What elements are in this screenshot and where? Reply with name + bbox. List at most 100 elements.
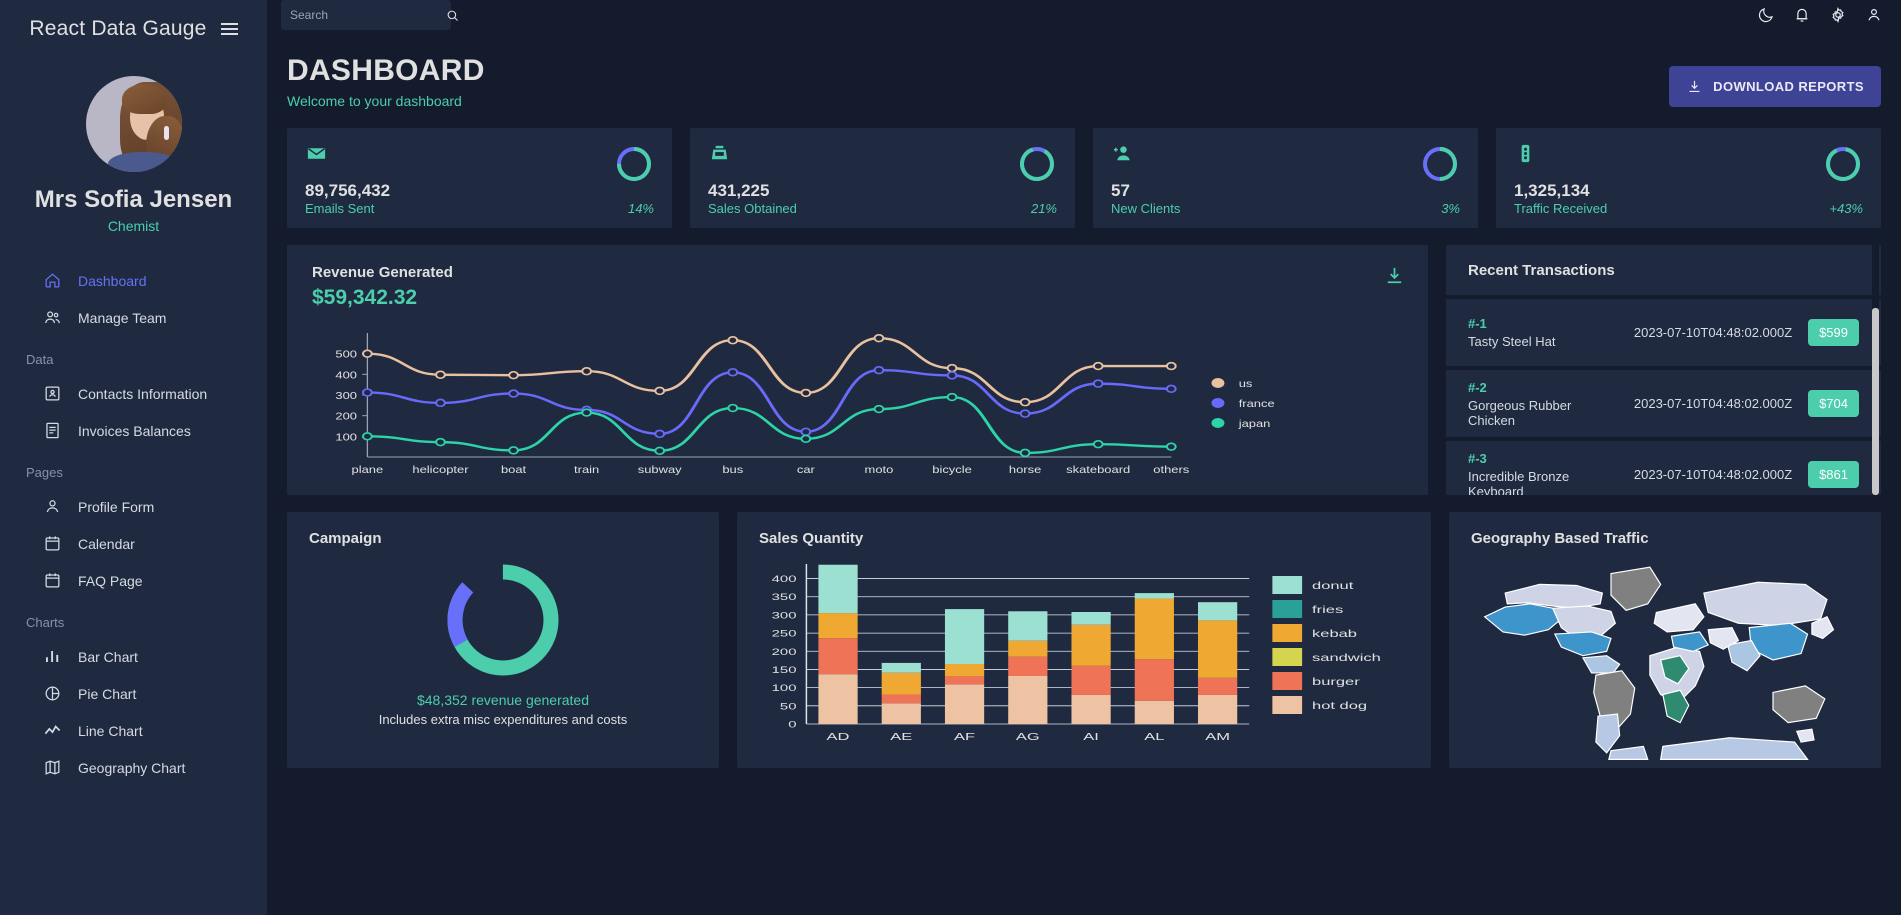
revenue-line-chart: 100 200 300 400 500 plane helicopter boat train s… — [287, 323, 1428, 491]
stat-card-traffic-received: 1,325,134 Traffic Received +43% — [1496, 128, 1881, 228]
moon-icon[interactable] — [1757, 6, 1775, 24]
brand-title: React Data Gauge — [29, 17, 207, 40]
svg-text:AG: AG — [1016, 731, 1040, 742]
bottom-row: Campaign $48,352 revenue generated Inclu… — [287, 512, 1881, 768]
search-box[interactable] — [281, 0, 458, 30]
sidebar-item-bar-chart[interactable]: Bar Chart — [16, 638, 267, 675]
brand-row: React Data Gauge — [0, 10, 267, 48]
svg-text:plane: plane — [352, 465, 384, 475]
svg-text:250: 250 — [772, 629, 797, 639]
sidebar-item-invoices-balances[interactable]: Invoices Balances — [16, 412, 267, 449]
sidebar-item-dashboard[interactable]: Dashboard — [16, 262, 267, 299]
sidebar-item-profile-form[interactable]: Profile Form — [16, 488, 267, 525]
table-row[interactable]: #-3 Incredible Bronze Keyboard 2023-07-1… — [1446, 441, 1881, 495]
svg-text:car: car — [797, 465, 815, 475]
gear-icon[interactable] — [1829, 6, 1847, 24]
svg-text:0: 0 — [788, 719, 796, 729]
recent-transactions-card: Recent Transactions #-1 Tasty Steel Hat … — [1446, 245, 1881, 495]
geography-title: Geography Based Traffic — [1471, 530, 1649, 547]
stat-cards-row: 89,756,432 Emails Sent 14% 431,225 Sales… — [287, 128, 1881, 228]
email-icon — [305, 142, 390, 170]
svg-text:moto: moto — [865, 465, 894, 475]
geography-map — [1449, 552, 1881, 768]
stat-increase: 21% — [1030, 201, 1057, 216]
sidebar-item-label: FAQ Page — [78, 572, 143, 589]
svg-text:50: 50 — [780, 701, 797, 711]
svg-text:others: others — [1153, 465, 1189, 475]
donut-svg — [447, 564, 559, 676]
sidebar-section-charts: Charts — [26, 615, 65, 630]
stat-label: Sales Obtained — [708, 201, 797, 216]
sidebar: React Data Gauge Mrs Sofia Jensen Chemis… — [0, 0, 267, 915]
download-icon — [1689, 80, 1700, 93]
svg-text:fries: fries — [1312, 604, 1343, 615]
stat-card-new-clients: 57 New Clients 3% — [1093, 128, 1478, 228]
calendar-icon — [43, 534, 62, 553]
svg-text:burger: burger — [1312, 676, 1360, 687]
sidebar-item-label: Profile Form — [78, 498, 155, 515]
transactions-title: Recent Transactions — [1468, 261, 1615, 279]
sidebar-item-line-chart[interactable]: Line Chart — [16, 712, 267, 749]
map-icon — [43, 758, 62, 777]
transaction-cost: $599 — [1808, 319, 1859, 346]
sidebar-item-label: Calendar — [78, 535, 135, 552]
sidebar-item-label: Contacts Information — [78, 385, 208, 402]
stat-label: New Clients — [1111, 201, 1181, 216]
revenue-amount: $59,342.32 — [312, 286, 418, 309]
traffic-icon — [1514, 142, 1607, 170]
progress-ring — [1020, 147, 1054, 182]
campaign-card: Campaign $48,352 revenue generated Inclu… — [287, 512, 719, 768]
sidebar-item-geography-chart[interactable]: Geography Chart — [16, 749, 267, 786]
table-row[interactable]: #-1 Tasty Steel Hat 2023-07-10T04:48:02.… — [1446, 299, 1881, 370]
page-subtitle: Welcome to your dashboard — [287, 93, 462, 109]
download-reports-button[interactable]: DOWNLOAD REPORTS — [1669, 66, 1881, 107]
svg-text:donut: donut — [1312, 580, 1354, 591]
page-title: DASHBOARD — [287, 54, 485, 87]
svg-text:japan: japan — [1238, 419, 1271, 429]
stat-label: Traffic Received — [1514, 201, 1608, 216]
sidebar-item-calendar[interactable]: Calendar — [16, 525, 267, 562]
download-icon[interactable] — [1383, 264, 1406, 310]
stat-increase: 14% — [627, 201, 654, 216]
home-icon — [43, 271, 62, 290]
mid-row: Revenue Generated $59,342.32 100 200 300 40… — [287, 245, 1881, 495]
svg-text:500: 500 — [335, 350, 357, 360]
campaign-subtext: Includes extra misc expenditures and cos… — [378, 712, 628, 727]
search-icon[interactable] — [445, 8, 460, 23]
main-area: DASHBOARD Welcome to your dashboard DOWN… — [267, 0, 1901, 915]
sidebar-item-contacts-information[interactable]: Contacts Information — [16, 375, 267, 412]
point-of-sale-icon — [708, 142, 797, 170]
table-row[interactable]: #-2 Gorgeous Rubber Chicken 2023-07-10T0… — [1446, 370, 1881, 441]
transaction-user: Tasty Steel Hat — [1468, 334, 1556, 349]
svg-text:400: 400 — [335, 371, 357, 381]
bell-icon[interactable] — [1793, 6, 1811, 24]
hamburger-icon[interactable] — [220, 23, 238, 35]
progress-ring — [1423, 147, 1457, 181]
sales-title: Sales Quantity — [759, 530, 864, 547]
svg-text:horse: horse — [1009, 465, 1041, 475]
svg-text:france: france — [1239, 399, 1275, 409]
svg-text:train: train — [574, 465, 599, 475]
sidebar-item-faq-page[interactable]: FAQ Page — [16, 562, 267, 599]
svg-text:400: 400 — [772, 574, 797, 584]
sidebar-item-pie-chart[interactable]: Pie Chart — [16, 675, 267, 712]
people-icon — [43, 308, 62, 327]
transactions-scrollbar[interactable] — [1872, 245, 1879, 495]
svg-text:AI: AI — [1083, 731, 1099, 742]
topbar-icons — [1757, 6, 1883, 24]
sidebar-item-label: Manage Team — [78, 309, 167, 326]
search-input[interactable] — [290, 8, 445, 22]
svg-text:AD: AD — [827, 731, 850, 742]
app-root: React Data Gauge Mrs Sofia Jensen Chemis… — [0, 0, 1901, 915]
stat-value: 431,225 — [708, 181, 770, 200]
svg-text:kebab: kebab — [1312, 628, 1357, 639]
transaction-date: 2023-07-10T04:48:02.000Z — [1633, 325, 1793, 340]
svg-text:bus: bus — [722, 465, 743, 475]
svg-text:AE: AE — [890, 731, 912, 742]
sales-bar-chart: 0 50 100 150 200 250 300 350 400 AD AE AF AG AI AL AM do… — [737, 556, 1431, 768]
sidebar-item-label: Bar Chart — [78, 648, 138, 665]
campaign-title: Campaign — [309, 530, 382, 547]
sidebar-item-manage-team[interactable]: Manage Team — [16, 299, 267, 336]
person-icon[interactable] — [1865, 6, 1883, 24]
svg-text:100: 100 — [335, 433, 357, 443]
